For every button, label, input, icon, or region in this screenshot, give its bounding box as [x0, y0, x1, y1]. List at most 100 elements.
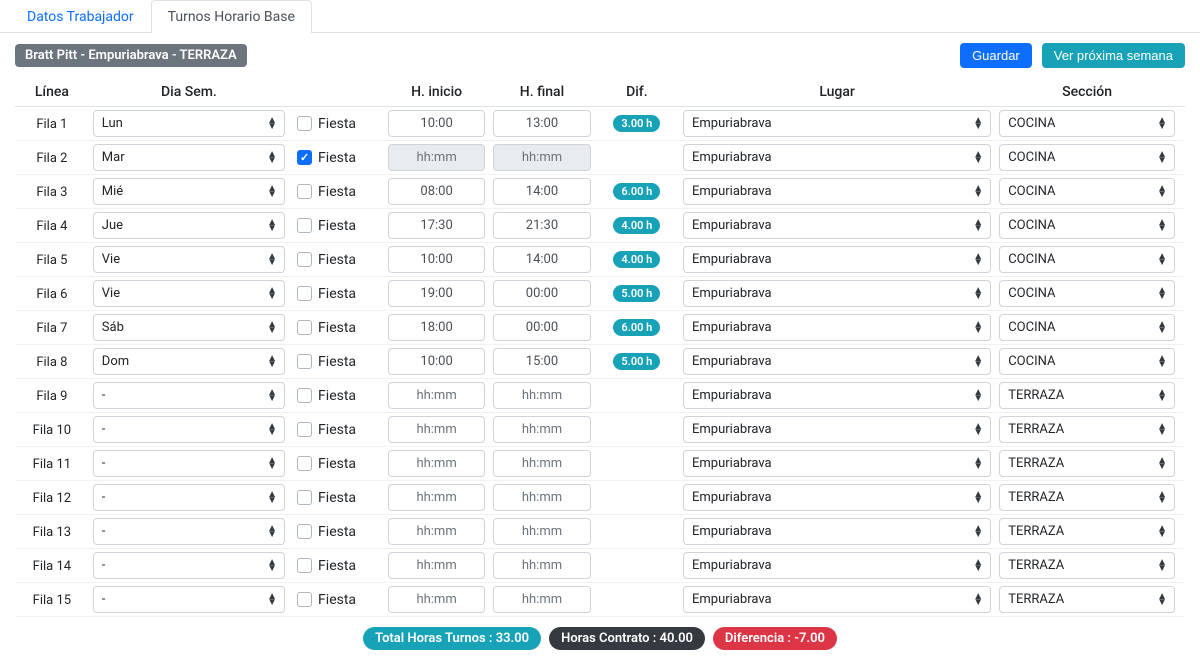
hora-inicio-input[interactable]: hh:mm: [388, 552, 485, 579]
lugar-select[interactable]: Empuriabrava: [683, 246, 991, 273]
dia-select[interactable]: -: [93, 416, 285, 443]
hora-final-input[interactable]: hh:mm: [493, 382, 590, 409]
fiesta-checkbox[interactable]: [297, 422, 312, 437]
dia-select[interactable]: Vie: [93, 246, 285, 273]
fiesta-checkbox[interactable]: [297, 320, 312, 335]
seccion-select[interactable]: COCINA: [999, 246, 1175, 273]
hora-inicio-input[interactable]: 10:00: [388, 348, 485, 375]
dia-select[interactable]: Mié: [93, 178, 285, 205]
hora-inicio-input[interactable]: hh:mm: [388, 144, 485, 171]
dia-select[interactable]: -: [93, 450, 285, 477]
hora-final-input[interactable]: 14:00: [493, 178, 590, 205]
seccion-select[interactable]: TERRAZA: [999, 484, 1175, 511]
seccion-select[interactable]: COCINA: [999, 212, 1175, 239]
tab-turnos-horario[interactable]: Turnos Horario Base: [151, 0, 312, 33]
fiesta-checkbox[interactable]: [297, 490, 312, 505]
lugar-select[interactable]: Empuriabrava: [683, 144, 991, 171]
hora-inicio-input[interactable]: hh:mm: [388, 450, 485, 477]
summary-row: Total Horas Turnos : 33.00 Horas Contrat…: [0, 617, 1200, 660]
hora-final-input[interactable]: 13:00: [493, 110, 590, 137]
hora-final-input[interactable]: 00:00: [493, 280, 590, 307]
lugar-select[interactable]: Empuriabrava: [683, 110, 991, 137]
lugar-select[interactable]: Empuriabrava: [683, 212, 991, 239]
seccion-select[interactable]: COCINA: [999, 144, 1175, 171]
hora-inicio-input[interactable]: hh:mm: [388, 484, 485, 511]
fiesta-checkbox[interactable]: [297, 388, 312, 403]
hora-inicio-input[interactable]: hh:mm: [388, 518, 485, 545]
dia-select[interactable]: -: [93, 552, 285, 579]
lugar-select[interactable]: Empuriabrava: [683, 450, 991, 477]
seccion-select[interactable]: COCINA: [999, 178, 1175, 205]
fiesta-label: Fiesta: [318, 422, 356, 438]
seccion-select[interactable]: TERRAZA: [999, 382, 1175, 409]
proxima-semana-button[interactable]: Ver próxima semana: [1042, 43, 1185, 68]
fiesta-checkbox[interactable]: [297, 286, 312, 301]
hora-inicio-input[interactable]: 18:00: [388, 314, 485, 341]
seccion-select[interactable]: COCINA: [999, 110, 1175, 137]
lugar-select[interactable]: Empuriabrava: [683, 280, 991, 307]
fiesta-checkbox[interactable]: [297, 218, 312, 233]
lugar-select[interactable]: Empuriabrava: [683, 518, 991, 545]
hora-final-input[interactable]: hh:mm: [493, 484, 590, 511]
dia-select[interactable]: -: [93, 484, 285, 511]
lugar-select[interactable]: Empuriabrava: [683, 552, 991, 579]
lugar-select[interactable]: Empuriabrava: [683, 586, 991, 613]
hora-final-input[interactable]: 15:00: [493, 348, 590, 375]
seccion-select[interactable]: COCINA: [999, 348, 1175, 375]
seccion-select[interactable]: COCINA: [999, 280, 1175, 307]
fiesta-checkbox[interactable]: [297, 524, 312, 539]
seccion-select[interactable]: TERRAZA: [999, 552, 1175, 579]
lugar-select[interactable]: Empuriabrava: [683, 382, 991, 409]
hora-final-input[interactable]: hh:mm: [493, 416, 590, 443]
hora-final-input[interactable]: hh:mm: [493, 586, 590, 613]
hora-inicio-input[interactable]: 19:00: [388, 280, 485, 307]
dia-select[interactable]: Sáb: [93, 314, 285, 341]
seccion-select[interactable]: TERRAZA: [999, 586, 1175, 613]
hora-final-input[interactable]: hh:mm: [493, 518, 590, 545]
fiesta-checkbox[interactable]: [297, 456, 312, 471]
fiesta-checkbox[interactable]: [297, 558, 312, 573]
seccion-select[interactable]: TERRAZA: [999, 518, 1175, 545]
lugar-select[interactable]: Empuriabrava: [683, 314, 991, 341]
dia-select[interactable]: -: [93, 382, 285, 409]
fiesta-checkbox[interactable]: [297, 252, 312, 267]
dia-select[interactable]: Dom: [93, 348, 285, 375]
dia-select[interactable]: Jue: [93, 212, 285, 239]
hora-inicio-input[interactable]: hh:mm: [388, 382, 485, 409]
guardar-button[interactable]: Guardar: [960, 43, 1032, 68]
fiesta-checkbox[interactable]: [297, 184, 312, 199]
fiesta-checkbox[interactable]: ✓: [297, 150, 312, 165]
hora-final-input[interactable]: hh:mm: [493, 450, 590, 477]
fiesta-label: Fiesta: [318, 150, 356, 166]
lugar-select[interactable]: Empuriabrava: [683, 416, 991, 443]
seccion-select[interactable]: TERRAZA: [999, 416, 1175, 443]
dia-select[interactable]: Mar: [93, 144, 285, 171]
hora-inicio-input[interactable]: hh:mm: [388, 586, 485, 613]
fiesta-checkbox[interactable]: [297, 354, 312, 369]
dia-select[interactable]: Vie: [93, 280, 285, 307]
dia-select[interactable]: -: [93, 518, 285, 545]
hora-inicio-input[interactable]: 10:00: [388, 110, 485, 137]
hora-inicio-input[interactable]: 10:00: [388, 246, 485, 273]
hora-inicio-input[interactable]: hh:mm: [388, 416, 485, 443]
hora-final-input[interactable]: 00:00: [493, 314, 590, 341]
hora-final-input[interactable]: 21:30: [493, 212, 590, 239]
dia-select[interactable]: Lun: [93, 110, 285, 137]
lugar-select[interactable]: Empuriabrava: [683, 484, 991, 511]
table-row: Fila 11 - ▲▼ Fiesta hh:mm hh:mm Empuriab…: [15, 447, 1185, 481]
fiesta-checkbox[interactable]: [297, 116, 312, 131]
dif-badge: 5.00 h: [613, 353, 660, 370]
hora-inicio-input[interactable]: 08:00: [388, 178, 485, 205]
seccion-select[interactable]: COCINA: [999, 314, 1175, 341]
lugar-select[interactable]: Empuriabrava: [683, 348, 991, 375]
tab-datos-trabajador[interactable]: Datos Trabajador: [10, 0, 151, 33]
hora-inicio-input[interactable]: 17:30: [388, 212, 485, 239]
dia-select[interactable]: -: [93, 586, 285, 613]
fiesta-checkbox[interactable]: [297, 592, 312, 607]
hora-final-input[interactable]: hh:mm: [493, 144, 590, 171]
hora-final-input[interactable]: hh:mm: [493, 552, 590, 579]
seccion-select[interactable]: TERRAZA: [999, 450, 1175, 477]
hora-final-input[interactable]: 14:00: [493, 246, 590, 273]
lugar-select[interactable]: Empuriabrava: [683, 178, 991, 205]
fiesta-label: Fiesta: [318, 116, 356, 132]
